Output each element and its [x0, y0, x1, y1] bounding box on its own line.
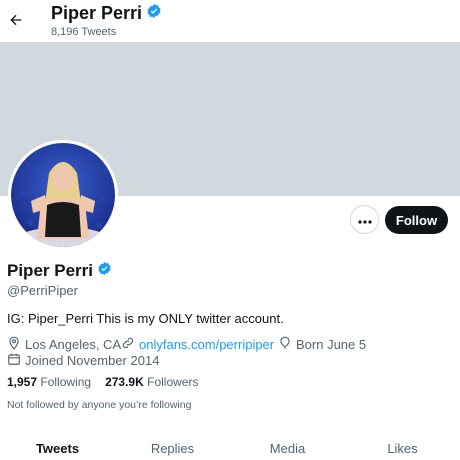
top-bar: Piper Perri 8,196 Tweets: [0, 0, 460, 42]
location-pin-icon: [7, 336, 21, 353]
tweet-count: 8,196 Tweets: [51, 26, 117, 38]
tab-replies[interactable]: Replies: [115, 430, 230, 460]
location-meta: Los Angeles, CA: [7, 336, 121, 353]
header-name-text: Piper Perri: [51, 3, 143, 23]
avatar[interactable]: [8, 140, 118, 250]
profile-bio: IG: Piper_Perri This is my ONLY twitter …: [7, 311, 284, 326]
link-icon: [121, 336, 135, 353]
followers-count: 273.9K: [105, 375, 144, 389]
back-arrow-icon[interactable]: [6, 8, 26, 32]
birthday-meta: Born June 5: [278, 336, 366, 353]
followers-label: Followers: [147, 375, 199, 389]
display-name: Piper Perri: [7, 261, 112, 281]
profile-tabs: Tweets Replies Media Likes: [0, 430, 460, 460]
following-count: 1,957: [7, 375, 38, 389]
joined-text: Joined November 2014: [25, 353, 160, 368]
website-meta: onlyfans.com/perripiper: [121, 336, 274, 353]
verified-badge-icon: [146, 3, 162, 24]
more-options-button[interactable]: [350, 205, 379, 234]
header-name: Piper Perri: [51, 3, 162, 24]
joined-meta: Joined November 2014: [7, 352, 159, 369]
following-link[interactable]: 1,957 Following: [7, 375, 91, 389]
avatar-image: [11, 143, 115, 247]
tab-media[interactable]: Media: [230, 430, 345, 460]
following-label: Following: [40, 375, 92, 389]
followers-link[interactable]: 273.9K Followers: [105, 375, 198, 389]
tab-tweets[interactable]: Tweets: [0, 430, 115, 460]
website-link[interactable]: onlyfans.com/perripiper: [139, 337, 274, 352]
more-options-icon: [357, 211, 372, 229]
follow-button[interactable]: Follow: [385, 206, 448, 234]
tab-likes[interactable]: Likes: [345, 430, 460, 460]
follow-stats: 1,957 Following 273.9K Followers: [7, 375, 198, 389]
verified-badge-icon: [97, 261, 112, 281]
location-text: Los Angeles, CA: [25, 337, 122, 352]
not-followed-notice: Not followed by anyone you’re following: [7, 399, 192, 411]
birthday-balloon-icon: [278, 336, 292, 353]
display-name-text: Piper Perri: [7, 261, 93, 280]
birthday-text: Born June 5: [296, 337, 367, 352]
user-handle: @PerriPiper: [7, 283, 78, 298]
calendar-icon: [7, 352, 21, 369]
